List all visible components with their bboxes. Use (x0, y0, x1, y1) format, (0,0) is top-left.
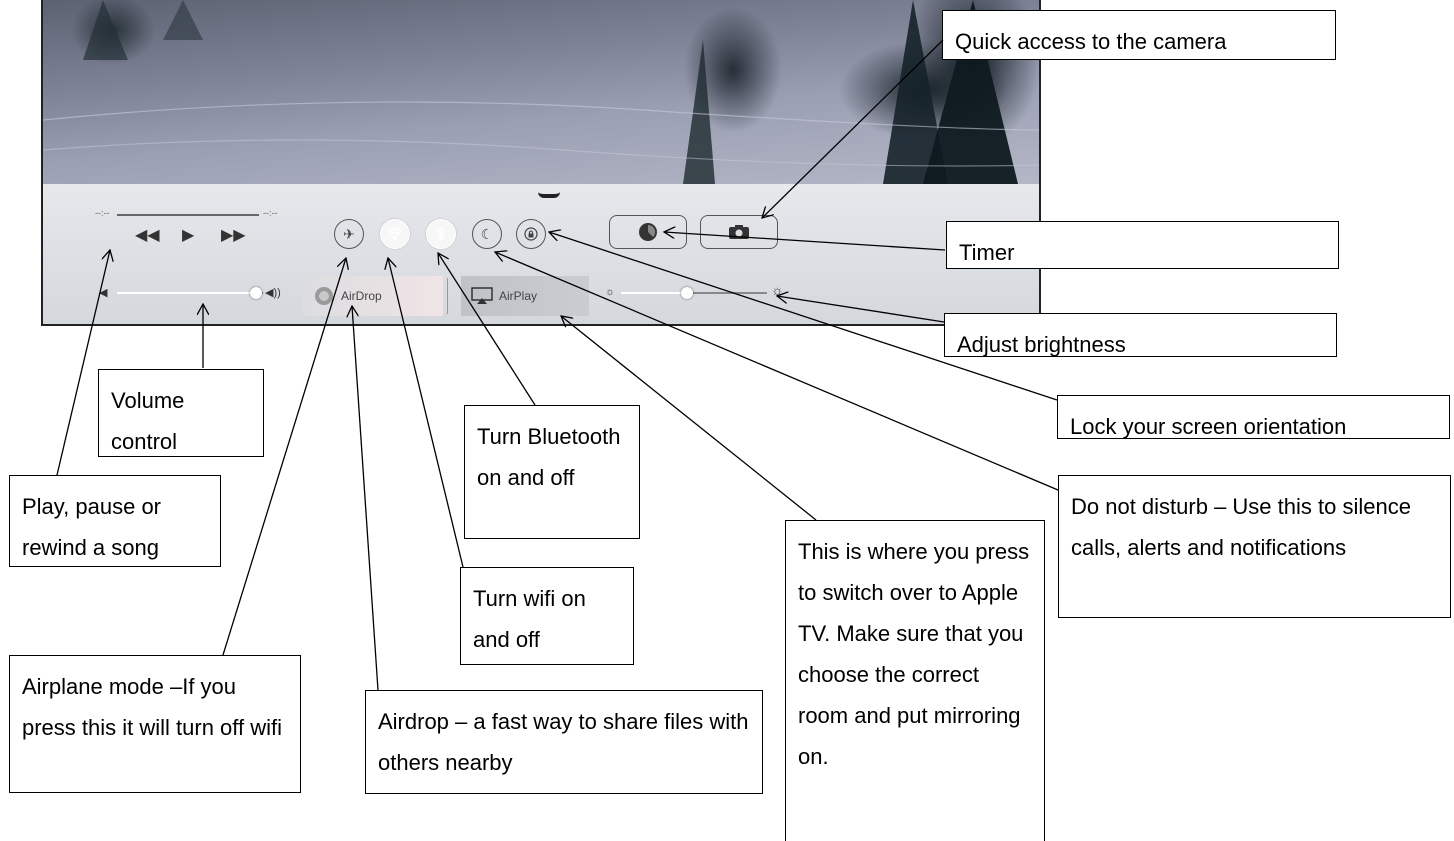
airdrop-icon (315, 287, 333, 305)
arrow-airdrop (352, 306, 379, 691)
timer-button[interactable] (609, 215, 687, 249)
bluetooth-button[interactable] (426, 219, 456, 249)
volume-low-icon: ◀ (99, 287, 108, 299)
moon-icon: ☾ (480, 225, 494, 242)
airplane-mode-button[interactable]: ✈ (334, 219, 364, 249)
airplay-button[interactable]: AirPlay (461, 276, 589, 316)
bluetooth-icon (436, 226, 447, 242)
lock-rotation-icon (524, 227, 538, 241)
callout-bluetooth: Turn Bluetooth on and off (464, 405, 640, 539)
volume-slider-fill (117, 292, 256, 294)
rotation-lock-button[interactable] (516, 219, 546, 249)
fast-forward-icon[interactable]: ▶▶ (221, 228, 246, 244)
airplane-icon: ✈ (343, 225, 355, 242)
control-center-panel: --:-- --:-- ◀◀ ▶ ▶▶ ◀ ◀)) ✈ ☾ AirDrop Ai… (43, 184, 1039, 324)
grabber-handle[interactable] (538, 192, 560, 198)
camera-button[interactable] (700, 215, 778, 249)
callout-play: Play, pause or rewind a song (9, 475, 221, 567)
tree-silhouettes (43, 0, 1039, 184)
control-center-screenshot: --:-- --:-- ◀◀ ▶ ▶▶ ◀ ◀)) ✈ ☾ AirDrop Ai… (41, 0, 1041, 326)
volume-slider-knob[interactable] (249, 287, 262, 299)
brightness-low-icon: ☼ (605, 286, 616, 298)
brightness-high-icon: ☼ (771, 282, 784, 298)
do-not-disturb-button[interactable]: ☾ (472, 219, 502, 249)
callout-volume: Volume control (98, 369, 264, 457)
brightness-slider-fill (621, 292, 687, 294)
callout-wifi: Turn wifi on and off (460, 567, 634, 665)
wifi-icon (387, 228, 403, 241)
play-icon[interactable]: ▶ (182, 228, 194, 244)
remaining-time: --:-- (263, 208, 278, 218)
airplay-icon (471, 287, 493, 304)
volume-high-icon: ◀)) (265, 287, 281, 299)
ski-slope-photo (43, 0, 1039, 184)
timer-icon (639, 223, 657, 241)
airdrop-label: AirDrop (341, 289, 382, 303)
elapsed-time: --:-- (95, 208, 110, 218)
callout-airplane: Airplane mode –If you press this it will… (9, 655, 301, 793)
callout-timer: Timer (946, 221, 1339, 269)
callout-camera: Quick access to the camera (942, 10, 1336, 60)
rewind-icon[interactable]: ◀◀ (135, 228, 160, 244)
callout-airplay: This is where you press to switch over t… (785, 520, 1045, 841)
brightness-slider-knob[interactable] (680, 287, 693, 299)
share-divider (447, 278, 448, 314)
airplay-label: AirPlay (499, 289, 538, 303)
camera-icon (729, 225, 749, 239)
callout-airdrop: Airdrop – a fast way to share files with… (365, 690, 763, 794)
callout-do-not-disturb: Do not disturb – Use this to silence cal… (1058, 475, 1451, 618)
callout-rotation-lock: Lock your screen orientation (1057, 395, 1450, 439)
callout-brightness: Adjust brightness (944, 313, 1337, 357)
song-progress-bar[interactable] (117, 214, 259, 216)
wifi-button[interactable] (380, 219, 410, 249)
airdrop-button[interactable]: AirDrop (303, 276, 443, 316)
